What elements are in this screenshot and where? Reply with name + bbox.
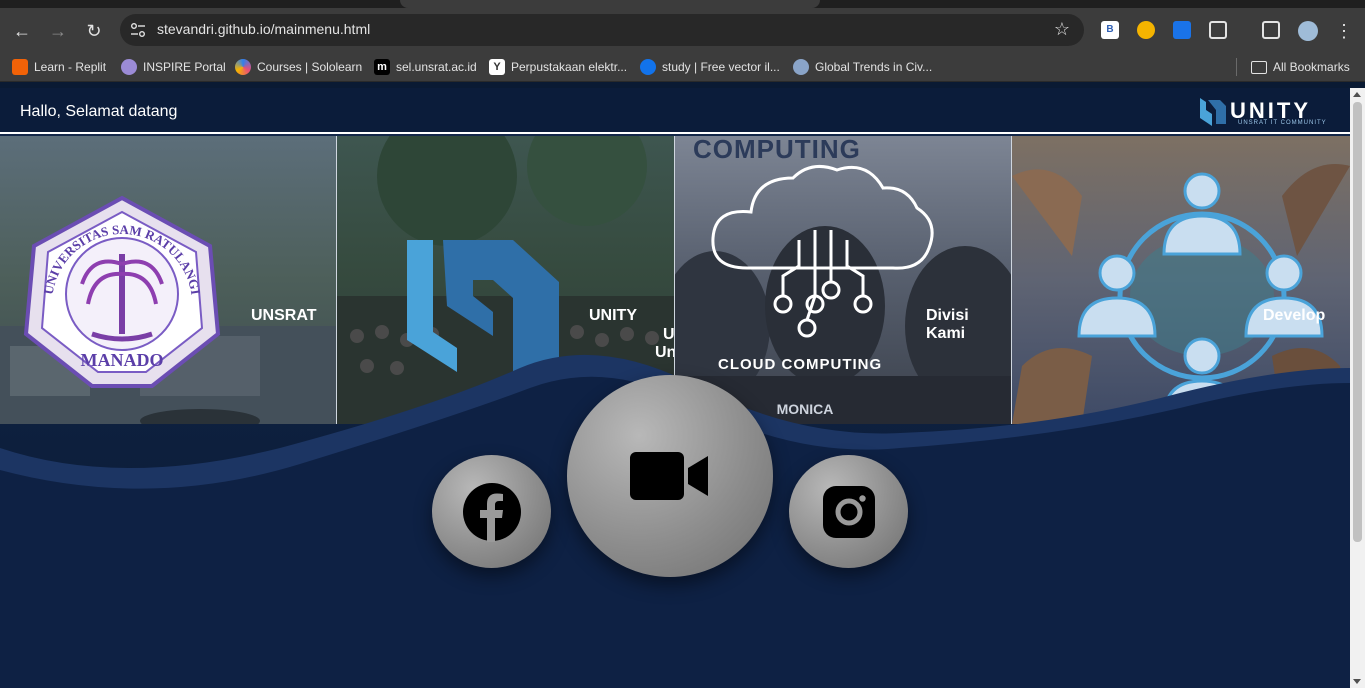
bookmark-sololearn[interactable]: Courses | Sololearn bbox=[235, 58, 362, 76]
bookmark-star-icon[interactable]: ☆ bbox=[1054, 19, 1070, 40]
folder-icon bbox=[1251, 60, 1267, 74]
bookmark-sel-unsrat[interactable]: m sel.unsrat.ac.id bbox=[374, 58, 477, 76]
browser-toolbar: ← → ↻ stevandri.github.io/mainmenu.html … bbox=[0, 8, 1365, 52]
bookmark-perpustakaan[interactable]: Y Perpustakaan elektr... bbox=[489, 58, 627, 76]
page-scrollbar[interactable] bbox=[1350, 88, 1365, 688]
url-text[interactable]: stevandri.github.io/mainmenu.html bbox=[157, 21, 370, 37]
inspire-icon bbox=[121, 59, 137, 75]
site-header: Hallo, Selamat datang UNITY UNSRAT IT CO… bbox=[0, 88, 1350, 134]
reload-icon[interactable]: ↻ bbox=[81, 18, 107, 44]
all-bookmarks-label: All Bookmarks bbox=[1273, 60, 1350, 74]
side-panel-icon[interactable] bbox=[1262, 21, 1280, 39]
bookmark-global-trends[interactable]: Global Trends in Civ... bbox=[793, 58, 932, 76]
bookmark-label: INSPIRE Portal bbox=[143, 60, 226, 74]
forward-icon[interactable]: → bbox=[45, 18, 71, 44]
bookmark-replit[interactable]: Learn - Replit bbox=[12, 58, 106, 76]
address-bar[interactable]: stevandri.github.io/mainmenu.html ☆ bbox=[120, 14, 1084, 46]
panel-title-develop: Develop bbox=[1263, 307, 1326, 324]
cloud-computing-icon bbox=[711, 164, 934, 338]
bookmark-label: Courses | Sololearn bbox=[257, 60, 363, 74]
extension-coin-icon[interactable] bbox=[1137, 21, 1155, 39]
video-camera-icon bbox=[630, 452, 708, 500]
bookmark-freepik[interactable]: study | Free vector il... bbox=[640, 58, 780, 76]
facebook-icon bbox=[462, 482, 521, 542]
profile-avatar[interactable] bbox=[1298, 21, 1318, 41]
bookmark-label: Learn - Replit bbox=[34, 60, 107, 74]
scroll-up-arrow-icon[interactable] bbox=[1353, 92, 1361, 97]
video-call-button[interactable] bbox=[567, 375, 773, 577]
library-icon: Y bbox=[489, 59, 505, 75]
logo-subtitle: UNSRAT IT COMMUNITY bbox=[1238, 120, 1327, 126]
panel-title-unity: UNITY bbox=[589, 307, 637, 324]
bookmark-label: study | Free vector il... bbox=[662, 60, 780, 74]
all-bookmarks-button[interactable]: All Bookmarks bbox=[1251, 58, 1350, 76]
globe-icon bbox=[793, 59, 809, 75]
panel-title-unsrat: UNSRAT bbox=[251, 307, 317, 324]
bookmark-label: Global Trends in Civ... bbox=[815, 60, 933, 74]
bookmark-label: sel.unsrat.ac.id bbox=[396, 60, 477, 74]
instagram-icon bbox=[822, 485, 875, 538]
greeting-text: Hallo, Selamat datang bbox=[20, 103, 178, 120]
scrollbar-thumb[interactable] bbox=[1353, 102, 1362, 542]
scroll-down-arrow-icon[interactable] bbox=[1353, 679, 1361, 684]
extension-gear-icon[interactable] bbox=[1173, 21, 1191, 39]
moodle-icon: m bbox=[374, 59, 390, 75]
site-settings-icon[interactable] bbox=[130, 22, 146, 38]
replit-icon bbox=[12, 59, 28, 75]
extension-b-icon[interactable]: B bbox=[1101, 21, 1119, 39]
bookmarks-divider bbox=[1236, 58, 1237, 76]
bookmark-label: Perpustakaan elektr... bbox=[511, 60, 628, 74]
bookmarks-bar: Learn - Replit INSPIRE Portal Courses | … bbox=[0, 52, 1365, 82]
sololearn-icon bbox=[235, 59, 251, 75]
unity-mark-icon bbox=[1200, 98, 1226, 126]
page-viewport: Hallo, Selamat datang UNITY UNSRAT IT CO… bbox=[0, 88, 1350, 688]
freepik-icon bbox=[640, 59, 656, 75]
instagram-button[interactable] bbox=[789, 455, 908, 568]
active-tab[interactable] bbox=[400, 0, 820, 8]
bookmark-inspire[interactable]: INSPIRE Portal bbox=[121, 58, 226, 76]
extensions-puzzle-icon[interactable] bbox=[1209, 21, 1227, 39]
unity-logo[interactable]: UNITY UNSRAT IT COMMUNITY bbox=[1186, 92, 1336, 134]
menu-kebab-icon[interactable]: ⋮ bbox=[1331, 18, 1357, 44]
tab-strip bbox=[0, 0, 1365, 8]
facebook-button[interactable] bbox=[432, 455, 551, 568]
back-icon[interactable]: ← bbox=[9, 18, 35, 44]
